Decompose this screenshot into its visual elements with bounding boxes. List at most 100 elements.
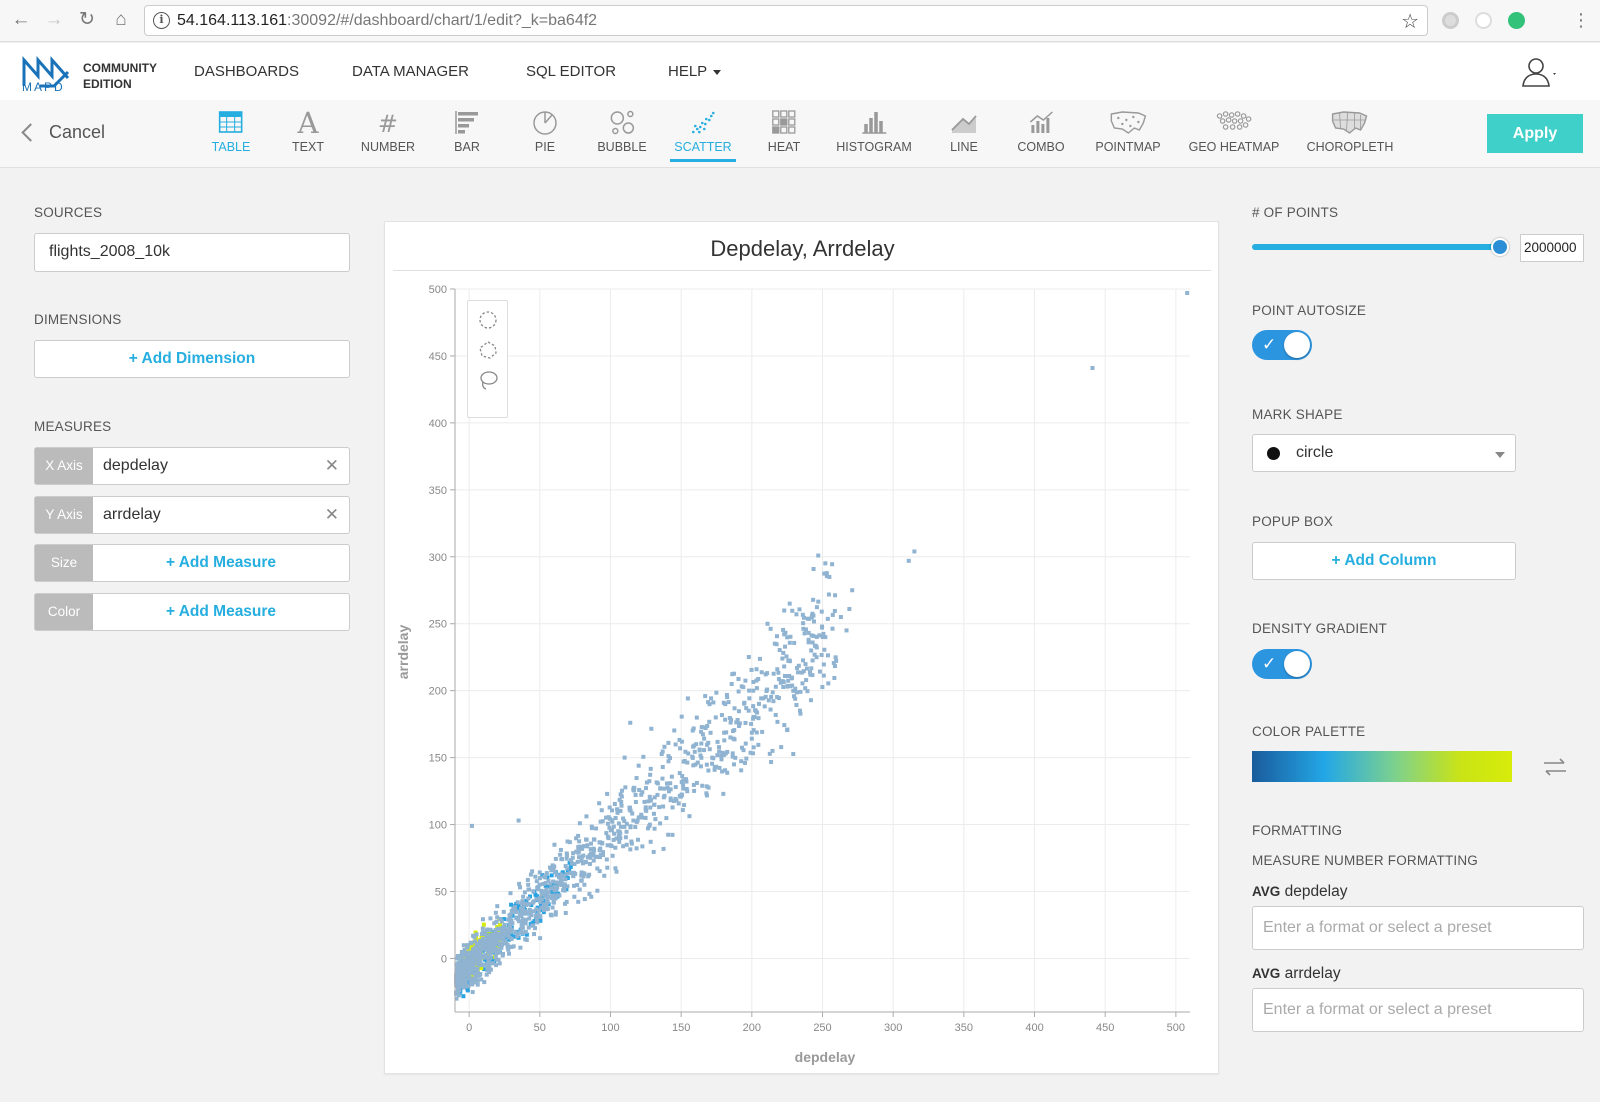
source-selector[interactable]: flights_2008_10k	[34, 233, 350, 272]
chart-type-pointmap[interactable]: POINTMAP	[1095, 108, 1161, 154]
url-text[interactable]: 54.164.113.161:30092/#/dashboard/chart/1…	[177, 12, 597, 30]
data-point	[826, 592, 831, 597]
data-point	[568, 870, 573, 875]
chart-type-label: POINTMAP	[1095, 140, 1161, 154]
x-tick-label: 100	[601, 1022, 619, 1034]
x-axis-measure[interactable]: X Axis depdelay ✕	[34, 447, 350, 485]
data-point	[649, 726, 654, 731]
color-palette-swatch[interactable]	[1252, 751, 1512, 782]
address-bar[interactable]: i 54.164.113.161:30092/#/dashboard/chart…	[144, 5, 1428, 36]
data-point	[803, 662, 808, 667]
data-point	[624, 821, 629, 826]
add-dimension-button[interactable]: + Add Dimension	[34, 340, 350, 378]
user-avatar-icon[interactable]	[1522, 56, 1558, 88]
data-point	[475, 960, 480, 965]
chart-type-histogram[interactable]: HISTOGRAM	[836, 108, 912, 154]
lasso-select-icon[interactable]	[477, 369, 499, 391]
data-point	[711, 700, 716, 705]
chart-type-number[interactable]: # NUMBER	[361, 108, 415, 154]
reload-icon[interactable]: ↻	[76, 9, 98, 31]
chart-type-pie[interactable]: PIE	[531, 108, 559, 154]
density-gradient-toggle[interactable]: ✓	[1252, 649, 1312, 679]
scatter-plot[interactable]: 0 50 100 150 200 250 300 350 400 450 500 0 50 100 150 2…	[385, 222, 1220, 1075]
y-tick-label: 300	[429, 552, 447, 564]
close-icon[interactable]: ✕	[325, 456, 339, 476]
x-tick-label: 50	[534, 1022, 546, 1034]
chart-type-bar[interactable]: BAR	[453, 108, 481, 154]
format-x-input[interactable]	[1252, 906, 1584, 950]
color-measure[interactable]: Color + Add Measure	[34, 593, 350, 631]
points-slider-handle[interactable]	[1491, 238, 1509, 256]
data-point	[749, 721, 754, 726]
data-point	[806, 630, 811, 635]
data-point	[681, 786, 686, 791]
add-color-measure-button[interactable]: + Add Measure	[93, 594, 349, 630]
chart-type-combo[interactable]: COMBO	[1017, 108, 1065, 154]
extension-icon[interactable]	[1475, 12, 1492, 29]
data-point	[822, 647, 827, 652]
chart-type-geo-heatmap[interactable]: GEO HEATMAP	[1189, 108, 1279, 154]
data-point	[765, 671, 770, 676]
chart-type-line[interactable]: LINE	[950, 108, 978, 154]
size-measure[interactable]: Size + Add Measure	[34, 544, 350, 582]
data-point	[797, 607, 802, 612]
data-point	[694, 715, 699, 720]
forward-icon[interactable]: →	[43, 9, 65, 31]
format-y-input[interactable]	[1252, 988, 1584, 1032]
data-point	[502, 940, 507, 945]
extension-icon[interactable]	[1442, 12, 1459, 29]
data-point	[1090, 365, 1095, 370]
mark-shape-select[interactable]: circle	[1252, 434, 1516, 472]
data-point	[749, 736, 754, 741]
chart-type-scatter[interactable]: SCATTER	[674, 108, 732, 154]
data-point	[464, 983, 469, 988]
data-point	[497, 949, 502, 954]
grammarly-icon[interactable]	[1508, 12, 1525, 29]
info-icon[interactable]: i	[153, 12, 170, 29]
points-slider-track[interactable]	[1252, 244, 1500, 250]
nav-help[interactable]: HELP	[668, 63, 722, 80]
home-icon[interactable]: ⌂	[110, 9, 132, 31]
nav-sql-editor[interactable]: SQL EDITOR	[526, 63, 616, 80]
apply-button[interactable]: Apply	[1487, 114, 1583, 153]
data-point	[488, 916, 493, 921]
nav-dashboards[interactable]: DASHBOARDS	[194, 63, 299, 80]
y-axis-value[interactable]: arrdelay	[103, 506, 161, 524]
text-icon: A	[297, 108, 320, 136]
points-input[interactable]: 2000000	[1520, 234, 1584, 262]
data-point	[652, 826, 657, 831]
data-point	[833, 655, 838, 660]
data-point	[546, 894, 551, 899]
bookmark-star-icon[interactable]: ☆	[1401, 9, 1419, 34]
swap-palette-icon[interactable]	[1542, 757, 1568, 777]
circle-select-icon[interactable]	[477, 309, 499, 331]
data-point	[473, 945, 478, 950]
close-icon[interactable]: ✕	[325, 505, 339, 525]
cancel-button[interactable]: Cancel	[21, 122, 105, 143]
polygon-select-icon[interactable]	[477, 339, 499, 361]
back-icon[interactable]: ←	[10, 9, 32, 31]
autosize-toggle[interactable]: ✓	[1252, 330, 1312, 360]
add-size-measure-button[interactable]: + Add Measure	[93, 545, 349, 581]
nav-data-manager[interactable]: DATA MANAGER	[352, 63, 469, 80]
chart-type-choropleth[interactable]: CHOROPLETH	[1307, 108, 1393, 154]
chart-type-text[interactable]: A TEXT	[292, 108, 324, 154]
data-point	[794, 612, 799, 617]
data-point	[715, 739, 720, 744]
data-point	[731, 729, 736, 734]
data-point	[641, 754, 646, 759]
data-point	[640, 790, 645, 795]
y-tick-label: 200	[429, 686, 447, 698]
data-point	[640, 844, 645, 849]
browser-menu-icon[interactable]: ⋮	[1570, 9, 1592, 31]
data-point	[461, 973, 466, 978]
data-point	[730, 751, 735, 756]
chart-type-table[interactable]: TABLE	[212, 108, 250, 154]
y-axis-measure[interactable]: Y Axis arrdelay ✕	[34, 496, 350, 534]
add-column-button[interactable]: + Add Column	[1252, 542, 1516, 580]
data-point	[751, 704, 756, 709]
data-point	[487, 927, 492, 932]
x-axis-value[interactable]: depdelay	[103, 457, 168, 475]
chart-type-heat[interactable]: HEAT	[768, 108, 800, 154]
chart-type-bubble[interactable]: BUBBLE	[597, 108, 647, 154]
